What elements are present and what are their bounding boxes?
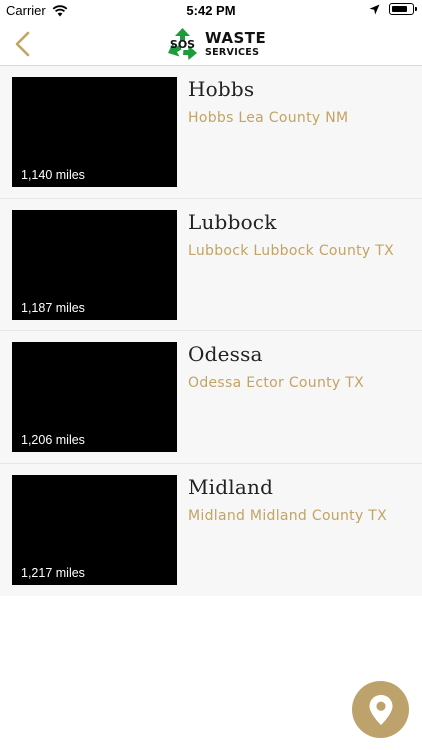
company-logo: SOS WASTE SERVICES [164,25,266,63]
navigation-bar: SOS WASTE SERVICES [0,22,422,66]
map-pin-icon [369,694,392,725]
chevron-left-icon [15,31,30,57]
battery-icon [389,3,417,15]
location-thumbnail: 1,206 miles [12,342,177,452]
status-right [369,3,417,15]
location-row-hobbs[interactable]: 1,140 miles Hobbs Hobbs Lea County NM [0,66,422,199]
logo-text: WASTE SERVICES [205,28,267,58]
city-name: Lubbock [188,209,277,234]
location-row-odessa[interactable]: 1,206 miles Odessa Odessa Ector County T… [0,331,422,464]
back-button[interactable] [10,28,40,60]
location-row-lubbock[interactable]: 1,187 miles Lubbock Lubbock Lubbock Coun… [0,199,422,331]
location-thumbnail: 1,187 miles [12,209,177,320]
logo-word-services: SERVICES [205,46,260,58]
city-subtitle: Hobbs Lea County NM [188,110,349,126]
location-list: 1,140 miles Hobbs Hobbs Lea County NM 1,… [0,66,422,596]
location-row-midland[interactable]: 1,217 miles Midland Midland Midland Coun… [0,464,422,597]
battery-level [391,5,407,12]
logo-mark-text: SOS [170,38,195,51]
location-arrow-icon [369,4,380,14]
distance-label: 1,187 miles [21,300,85,315]
city-name: Odessa [188,342,263,366]
location-thumbnail: 1,140 miles [12,77,177,187]
distance-label: 1,206 miles [21,433,85,447]
city-subtitle: Odessa Ector County TX [188,375,364,391]
city-subtitle: Midland Midland County TX [188,507,388,524]
status-bar: Carrier 5:42 PM [0,0,422,22]
city-name: Midland [188,474,274,499]
city-name: Hobbs [188,77,255,101]
recycle-logo-icon: SOS [164,26,201,63]
logo-word-waste: WASTE [205,28,267,47]
map-view-button[interactable] [352,681,409,738]
location-thumbnail: 1,217 miles [12,474,177,585]
distance-label: 1,217 miles [21,565,85,580]
status-time: 5:42 PM [186,3,236,18]
city-subtitle: Lubbock Lubbock County TX [188,242,394,259]
distance-label: 1,140 miles [21,168,85,182]
